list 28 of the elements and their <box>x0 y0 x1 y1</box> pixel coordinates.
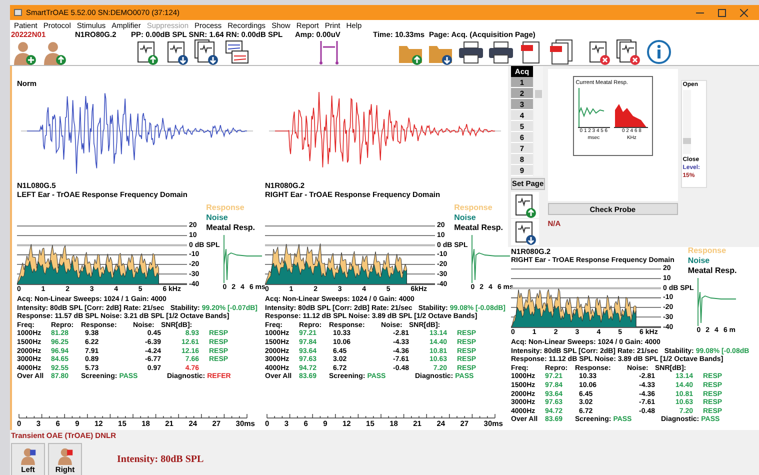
wave-down-button[interactable] <box>511 219 539 245</box>
meatal-response-drawing <box>576 88 612 128</box>
legend-label: Response <box>454 203 494 213</box>
meatal-response-drawing <box>696 278 737 326</box>
maximize-icon <box>718 8 726 16</box>
intensity-label: Intensity: 80dB SPL <box>117 453 204 467</box>
legend-label: Response <box>206 203 246 213</box>
legend-label: Noise <box>688 256 711 266</box>
compare-button[interactable] <box>223 39 251 65</box>
person-icon <box>19 447 37 465</box>
legend-label: Noise <box>206 213 229 223</box>
waves-down-button[interactable] <box>193 39 221 65</box>
meatal-response-drawing <box>470 235 511 283</box>
legend-label: Noise <box>454 213 477 223</box>
close-icon <box>740 8 748 16</box>
pdfs-button[interactable] <box>547 39 575 65</box>
scrollbar[interactable] <box>682 90 691 154</box>
app-icon <box>14 9 22 16</box>
waves-delete-button[interactable] <box>615 39 643 65</box>
meatal-response-drawing <box>222 235 263 283</box>
person-icon <box>56 447 74 465</box>
spectrum-drawing <box>614 103 648 128</box>
wave-up-button[interactable] <box>511 192 539 218</box>
scrollbar[interactable] <box>534 66 543 176</box>
legend-label: Meatal Resp. <box>688 266 737 276</box>
legend-label: Meatal Resp. <box>206 223 255 233</box>
legend-label: Response <box>688 247 728 256</box>
legend-label: Meatal Resp. <box>454 223 503 233</box>
